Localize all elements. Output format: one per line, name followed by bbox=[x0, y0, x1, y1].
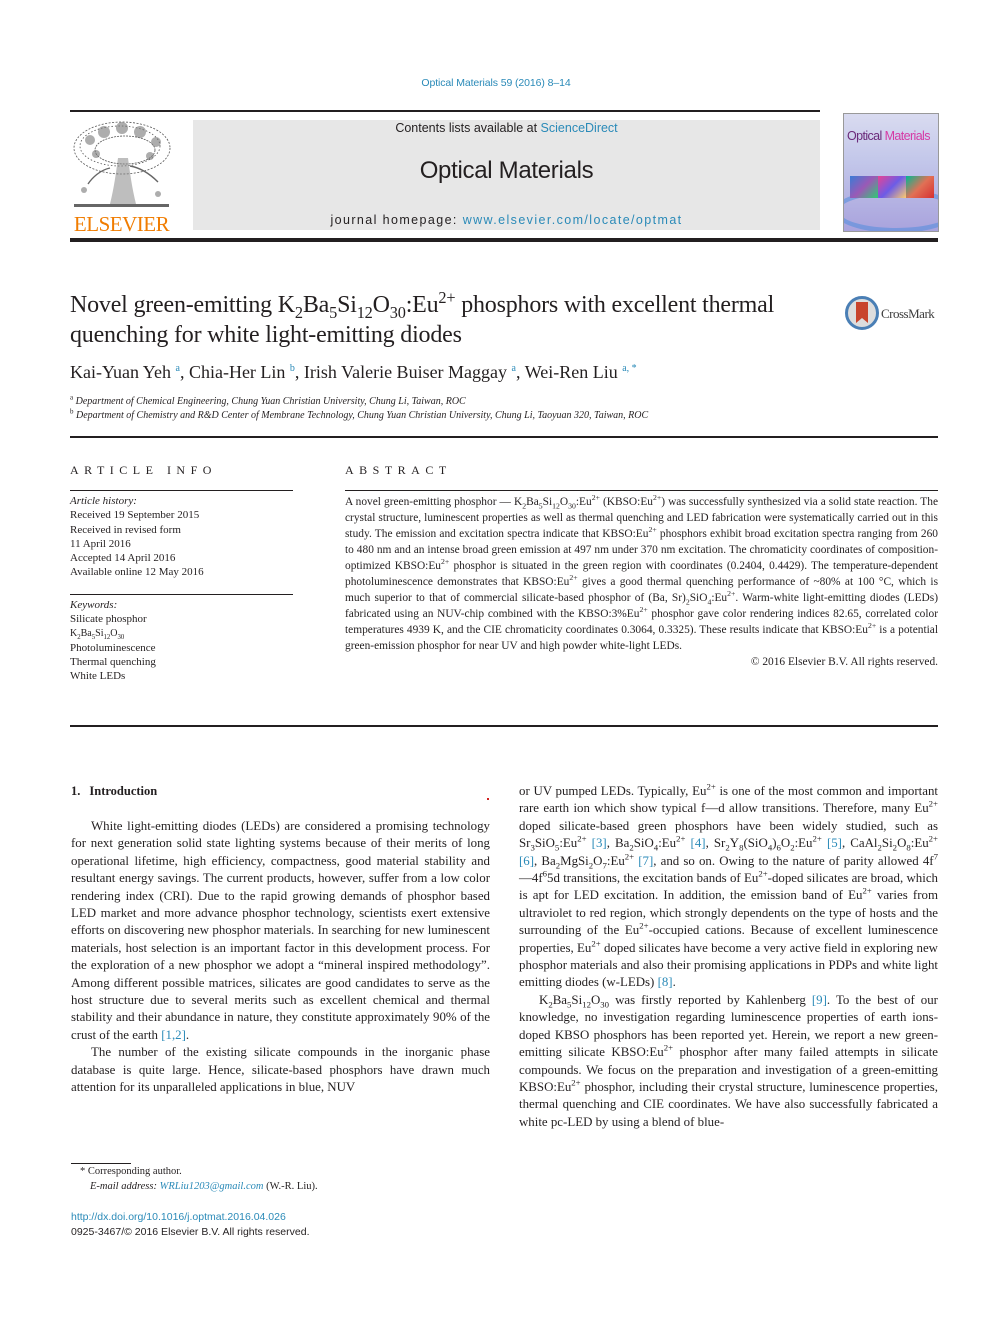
citation-link[interactable]: [4] bbox=[691, 836, 706, 850]
affiliation-link[interactable]: a bbox=[176, 363, 180, 374]
citation-link[interactable]: [9] bbox=[812, 993, 827, 1007]
paragraph: White light-emitting diodes (LEDs) are c… bbox=[71, 819, 490, 1042]
affiliation-link[interactable]: a, * bbox=[622, 363, 636, 374]
citation-link[interactable]: [8] bbox=[658, 975, 673, 989]
article-info-heading: ARTICLE INFO bbox=[70, 463, 217, 477]
journal-reference[interactable]: Optical Materials 59 (2016) 8–14 bbox=[0, 77, 992, 89]
section-heading-introduction: 1. Introduction bbox=[71, 784, 158, 798]
keyword: Photoluminescence bbox=[70, 641, 156, 654]
keywords-label: Keywords: bbox=[70, 599, 118, 611]
email-note: E-mail address: WRLiu1203@gmail.com (W.-… bbox=[90, 1181, 318, 1192]
doi-anchor[interactable]: http://dx.doi.org/10.1016/j.optmat.2016.… bbox=[71, 1211, 286, 1223]
history-item: 11 April 2016 bbox=[70, 537, 131, 550]
affiliation-b: b Department of Chemistry and R&D Center… bbox=[70, 407, 649, 421]
affiliation-link[interactable]: a bbox=[512, 363, 516, 374]
journal-reference-link[interactable]: Optical Materials 59 (2016) 8–14 bbox=[421, 77, 570, 89]
abstract-copyright: © 2016 Elsevier B.V. All rights reserved… bbox=[750, 656, 938, 668]
cover-image-1 bbox=[850, 176, 878, 198]
keyword: Silicate phosphor bbox=[70, 613, 147, 626]
history-item: Received 19 September 2015 bbox=[70, 509, 200, 522]
cover-image-2 bbox=[878, 176, 906, 198]
history-item: Received in revised form bbox=[70, 523, 181, 536]
affiliation-a: a Department of Chemical Engineering, Ch… bbox=[70, 393, 466, 407]
sciencedirect-link[interactable]: ScienceDirect bbox=[541, 121, 618, 135]
corresponding-author-note: * Corresponding author. bbox=[80, 1166, 182, 1177]
keywords-rule bbox=[70, 594, 293, 595]
elsevier-tree-icon bbox=[73, 121, 171, 207]
crossmark-badge[interactable]: CrossMark bbox=[845, 296, 940, 332]
affiliation-link[interactable]: b bbox=[290, 363, 295, 374]
citation-link[interactable]: [1,2] bbox=[161, 1028, 186, 1042]
body-column-left: White light-emitting diodes (LEDs) are c… bbox=[71, 818, 490, 1097]
title-rule bbox=[70, 436, 938, 438]
abstract-heading: ABSTRACT bbox=[345, 463, 452, 477]
contents-line: Contents lists available at ScienceDirec… bbox=[193, 121, 820, 135]
abstract-body: A novel green-emitting phosphor — K2Ba5S… bbox=[345, 494, 938, 670]
author[interactable]: Irish Valerie Buiser Maggay a bbox=[304, 362, 516, 382]
doi-link[interactable]: http://dx.doi.org/10.1016/j.optmat.2016.… bbox=[71, 1211, 286, 1223]
body-column-right: or UV pumped LEDs. Typically, Eu2+ is on… bbox=[519, 781, 939, 1131]
author[interactable]: Wei-Ren Liu a, * bbox=[525, 362, 637, 382]
journal-title: Optical Materials bbox=[419, 157, 594, 184]
history-item: Accepted 14 April 2016 bbox=[70, 552, 176, 565]
citation-link[interactable]: [5] bbox=[827, 836, 842, 850]
keyword: K2Ba5Si12O30 bbox=[70, 627, 125, 641]
author[interactable]: Kai-Yuan Yeh a bbox=[70, 362, 180, 382]
citation-link[interactable]: [3] bbox=[592, 836, 607, 850]
elsevier-wordmark: ELSEVIER bbox=[73, 212, 170, 236]
journal-cover[interactable]: Optical Materials bbox=[843, 113, 939, 232]
cover-title-a: Optical bbox=[847, 129, 885, 143]
paragraph: or UV pumped LEDs. Typically, Eu2+ is on… bbox=[519, 781, 938, 990]
citation-link[interactable]: [6] bbox=[519, 854, 534, 868]
abstract-bottom-rule bbox=[70, 725, 938, 727]
author[interactable]: Chia-Her Lin b bbox=[189, 362, 295, 382]
keyword: Thermal quenching bbox=[70, 656, 156, 669]
citation-link[interactable]: [7] bbox=[638, 854, 653, 868]
homepage-link[interactable]: www.elsevier.com/locate/optmat bbox=[463, 213, 683, 227]
paragraph: K2Ba5Si12O30 was firstly reported by Kah… bbox=[519, 992, 939, 1129]
issn-copyright: 0925-3467/© 2016 Elsevier B.V. All right… bbox=[71, 1226, 310, 1238]
cover-image-3 bbox=[906, 176, 934, 198]
email-link[interactable]: WRLiu1203@gmail.com bbox=[160, 1181, 264, 1192]
history-label: Article history: bbox=[70, 495, 137, 507]
homepage-prefix: journal homepage: bbox=[330, 213, 463, 227]
cover-title: Optical Materials bbox=[847, 129, 930, 143]
header-bottom-rule bbox=[70, 238, 938, 242]
history-item: Available online 12 May 2016 bbox=[70, 566, 204, 579]
header-rule bbox=[70, 110, 820, 112]
footnote-rule bbox=[71, 1163, 131, 1164]
keyword: White LEDs bbox=[70, 670, 126, 683]
abstract-text: A novel green-emitting phosphor — K2Ba5S… bbox=[345, 493, 939, 652]
paragraph: The number of the existing silicate comp… bbox=[71, 1045, 490, 1095]
contents-prefix: Contents lists available at bbox=[395, 121, 541, 135]
crossmark-icon bbox=[845, 296, 879, 330]
article-title: Novel green-emitting K2Ba5Si12O30:Eu2+ p… bbox=[70, 288, 775, 348]
article-history: Article history: Received 19 September 2… bbox=[70, 494, 293, 580]
homepage-line: journal homepage: www.elsevier.com/locat… bbox=[193, 213, 820, 227]
keywords: Keywords: Silicate phosphor K2Ba5Si12O30… bbox=[70, 598, 293, 684]
annotation-mark bbox=[487, 798, 489, 800]
abstract-rule bbox=[345, 490, 938, 491]
article-info-rule bbox=[70, 490, 293, 491]
crossmark-label: CrossMark bbox=[881, 306, 935, 321]
cover-title-b: Materials bbox=[884, 129, 931, 143]
elsevier-logo[interactable]: ELSEVIER bbox=[70, 118, 173, 236]
journal-banner: Contents lists available at ScienceDirec… bbox=[193, 120, 820, 230]
author-list: Kai-Yuan Yeh a, Chia-Her Lin b, Irish Va… bbox=[70, 362, 637, 382]
